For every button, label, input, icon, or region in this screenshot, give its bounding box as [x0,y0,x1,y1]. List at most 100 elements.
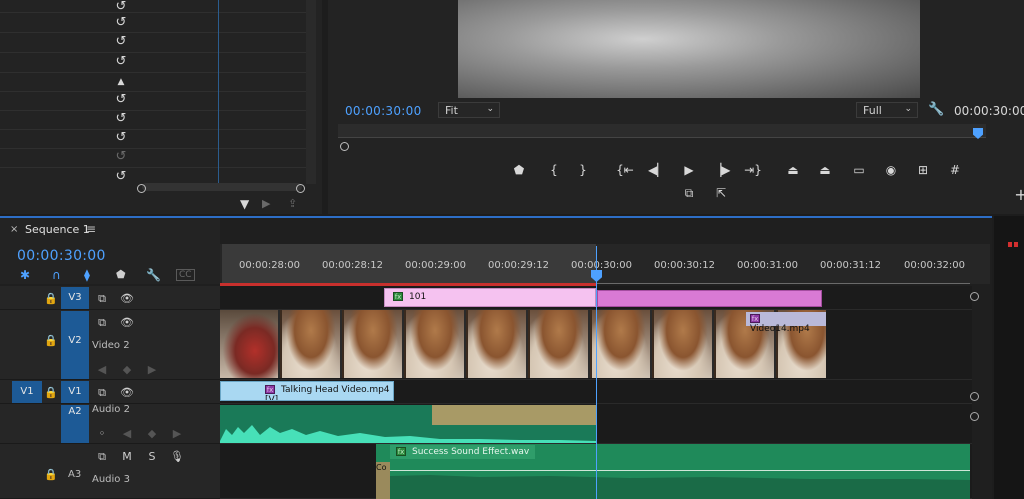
linked-selection-icon[interactable]: ⧫ [84,268,90,282]
sync-lock-icon[interactable]: ⧉ [95,386,109,400]
reset-icon[interactable]: ↺ [114,131,128,145]
filter-icon[interactable]: ▼ [240,197,249,211]
add-button-icon[interactable]: + [1012,187,1024,203]
mark-out-icon[interactable]: } [574,163,592,177]
chevron-down-icon: ⌄ [486,104,494,114]
keyframe-icon: ◆ [122,363,132,376]
comparison-view-icon[interactable]: ⊞ [914,163,932,177]
thumbnail [344,310,404,378]
play-only-audio-icon: ▶ [262,197,271,210]
track-name-a3: Audio 3 [92,474,130,485]
track-target-v2[interactable]: V2 [61,311,89,379]
play-icon[interactable]: ▶ [680,163,698,177]
sync-lock-icon[interactable]: ⧉ [95,316,109,330]
solo-button[interactable]: S [145,450,159,463]
reset-icon[interactable]: ↺ [114,16,128,30]
track-target-v1[interactable]: V1 [61,381,89,403]
premiere-workspace: ↺ ↺ ↺ ↺ ▲ ↺ ↺ ↺ ↺ ↺ ▼ ▶ ⇪ 00:00:30:00 Fi… [0,0,1024,499]
video14-clip[interactable]: fxVideo14.mp4 [220,310,826,378]
ruler-label: 00:00:31:00 [737,260,799,271]
microphone-icon[interactable]: 🎙 [170,450,184,463]
track-header-a3 [0,444,220,499]
prev-keyframe-icon: ◀ [122,427,132,440]
keyframe-playhead-line [218,0,219,184]
program-timecode[interactable]: 00:00:30:00 [345,104,422,118]
panel-menu-icon[interactable]: ≡ [86,222,96,236]
safe-margins-icon[interactable]: ▭ [850,163,868,177]
monitor-time-ruler[interactable] [338,124,986,138]
next-keyframe-icon: ▶ [147,363,157,376]
audio-meter [994,216,1024,499]
source-patch-v1[interactable]: V1 [12,381,42,403]
go-to-out-icon[interactable]: ⇥} [744,163,762,177]
captions-icon[interactable]: CC [176,269,195,281]
multicam-icon[interactable]: ⧉ [680,186,698,200]
clip-label: Success Sound Effect.wav [412,447,530,457]
audio-waveform [390,475,970,499]
volume-line[interactable] [376,470,970,471]
export-frame-icon[interactable]: ⇱ [712,186,730,200]
scroll-end-handle[interactable] [296,184,305,193]
eye-icon[interactable]: 👁 [120,292,134,305]
lock-icon[interactable]: 🔒 [44,292,58,305]
lock-icon[interactable]: 🔒 [44,334,58,347]
lock-icon[interactable]: 🔒 [44,386,58,399]
close-tab-icon[interactable]: × [10,224,18,235]
effect-controls-vscrollbar[interactable] [306,0,316,184]
reset-icon[interactable]: ↺ [114,93,128,107]
adjustment-clip[interactable]: fx 101 [384,288,596,307]
timeline-playhead-line[interactable] [596,246,597,499]
track-scroll-handle[interactable] [970,412,979,421]
lift-icon[interactable]: ⏏ [784,163,802,177]
thumbnail [654,310,714,378]
eye-icon[interactable]: 👁 [120,386,134,399]
resolution-dropdown[interactable]: Full ⌄ [856,102,918,118]
mute-button[interactable]: M [120,450,134,463]
wrench-icon[interactable]: 🔧 [146,268,161,282]
duration-timecode: 00:00:30:00 [954,104,1024,118]
scroll-start-handle[interactable] [137,184,146,193]
extract-icon[interactable]: ⏏ [816,163,834,177]
timeline-timecode[interactable]: 00:00:30:00 [17,248,106,264]
lock-icon[interactable]: 🔒 [44,468,58,481]
collapse-chevron-icon[interactable]: ▲ [114,75,128,89]
step-back-icon[interactable]: ◀▏ [648,163,666,177]
adjustment-clip-selected[interactable] [597,290,822,307]
sync-lock-icon[interactable]: ⧉ [95,292,109,306]
reset-icon[interactable]: ↺ [114,0,128,14]
eye-icon[interactable]: 👁 [120,316,134,329]
effect-controls-panel [0,0,322,214]
reset-icon[interactable]: ↺ [114,112,128,126]
sync-lock-icon[interactable]: ⧉ [95,450,109,464]
reset-icon[interactable]: ↺ [114,55,128,69]
snap-icon[interactable]: ∩ [52,268,61,282]
clip-name-tag: fxVideo14.mp4 [746,312,826,334]
clip-indicator [1014,242,1018,247]
reset-icon[interactable]: ↺ [114,35,128,49]
success-sound-clip[interactable]: fx Success Sound Effect.wav Co [376,444,970,499]
thumbnail [220,310,280,378]
go-to-in-icon[interactable]: {⇤ [616,163,634,177]
monitor-zoom-handle[interactable] [340,142,349,151]
track-scroll-handle[interactable] [970,292,979,301]
track-target-a3[interactable]: A3 [68,469,81,480]
volume-keyframe-icon[interactable]: ◦ [95,427,109,440]
reset-icon[interactable]: ↺ [114,170,128,184]
wrench-icon[interactable]: 🔧 [928,102,944,117]
effect-controls-hscrollbar[interactable] [142,183,302,191]
track-scroll-handle[interactable] [970,392,979,401]
nest-icon[interactable]: ✱ [20,268,30,282]
track-target-a2[interactable]: A2 [61,405,89,443]
zoom-fit-dropdown[interactable]: Fit ⌄ [438,102,500,118]
add-marker-icon[interactable]: ⬟ [116,268,126,281]
sequence-tab[interactable]: Sequence 1 [25,223,90,236]
add-marker-icon[interactable]: ⬟ [510,163,528,177]
camera-icon[interactable]: ◉ [882,163,900,177]
mark-in-icon[interactable]: { [545,163,563,177]
ruler-label: 00:00:29:00 [405,260,467,271]
talking-head-clip[interactable]: fx Talking Head Video.mp4 [V] [220,381,394,401]
audio-clip-a2[interactable] [220,405,596,443]
track-target-v3[interactable]: V3 [61,287,89,309]
grid-icon[interactable]: # [946,163,964,177]
step-forward-icon[interactable]: ▕▶ [712,163,730,177]
